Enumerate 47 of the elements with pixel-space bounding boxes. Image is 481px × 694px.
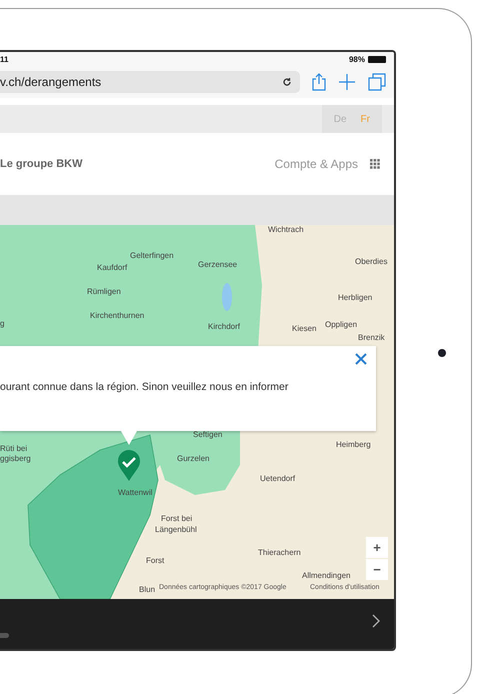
map[interactable] (0, 225, 394, 599)
place-label: Brenzik (358, 333, 385, 343)
lake-shape (222, 283, 232, 311)
plus-icon[interactable] (338, 73, 356, 91)
grid-icon[interactable] (370, 159, 380, 169)
brand-link[interactable]: Le groupe BKW (0, 158, 82, 170)
place-label: Allmendingen (302, 571, 350, 581)
place-label: Heimberg (336, 440, 371, 450)
place-label: Oppligen (325, 320, 358, 330)
place-label: Wichtrach (268, 225, 304, 235)
place-label: Rümligen (87, 287, 121, 297)
place-label: Herbligen (338, 293, 372, 303)
place-label: g (0, 319, 4, 329)
place-label: Oberdies (355, 257, 388, 267)
close-icon[interactable] (355, 353, 367, 365)
chevron-right-icon[interactable] (372, 614, 380, 628)
address-bar[interactable]: v.ch/derangements (0, 71, 300, 93)
popup-pointer (121, 431, 137, 445)
place-label: Thierachern (258, 548, 301, 558)
place-label: Kaufdorf (97, 263, 128, 273)
tabs-icon[interactable] (368, 73, 386, 91)
zoom-in-button[interactable]: + (366, 537, 388, 558)
reload-icon[interactable] (282, 77, 292, 87)
place-label: Gurzelen (177, 454, 210, 464)
popup-text: ourant connue dans la région. Sinon veuillez nous en informer (0, 381, 288, 393)
place-label: Forst bei (161, 514, 192, 524)
camera-icon (438, 349, 446, 357)
place-label: ggisberg (0, 454, 31, 464)
place-label: Rüti bei (0, 444, 28, 454)
place-label: Blun (139, 585, 156, 595)
place-label: Seftigen (193, 430, 222, 440)
place-label: Kiesen (292, 324, 316, 334)
place-label: Gelterfingen (130, 251, 174, 261)
place-label: Uetendorf (260, 474, 296, 484)
place-label: Kirchenthurnen (90, 311, 144, 321)
place-label: Wattenwil (118, 488, 152, 498)
place-label: Längenbühl (155, 525, 197, 535)
place-label: Forst (146, 556, 164, 566)
scroll-handle (0, 633, 9, 638)
place-label: Gerzensee (198, 260, 238, 270)
battery-percent: 98% (348, 54, 365, 64)
share-icon[interactable] (312, 73, 326, 91)
place-label: Kirchdorf (208, 322, 240, 332)
battery-icon (368, 56, 386, 62)
zoom-out-button[interactable]: − (366, 559, 388, 580)
check-marker-icon[interactable] (117, 450, 141, 482)
status-time: 11 (0, 54, 8, 64)
